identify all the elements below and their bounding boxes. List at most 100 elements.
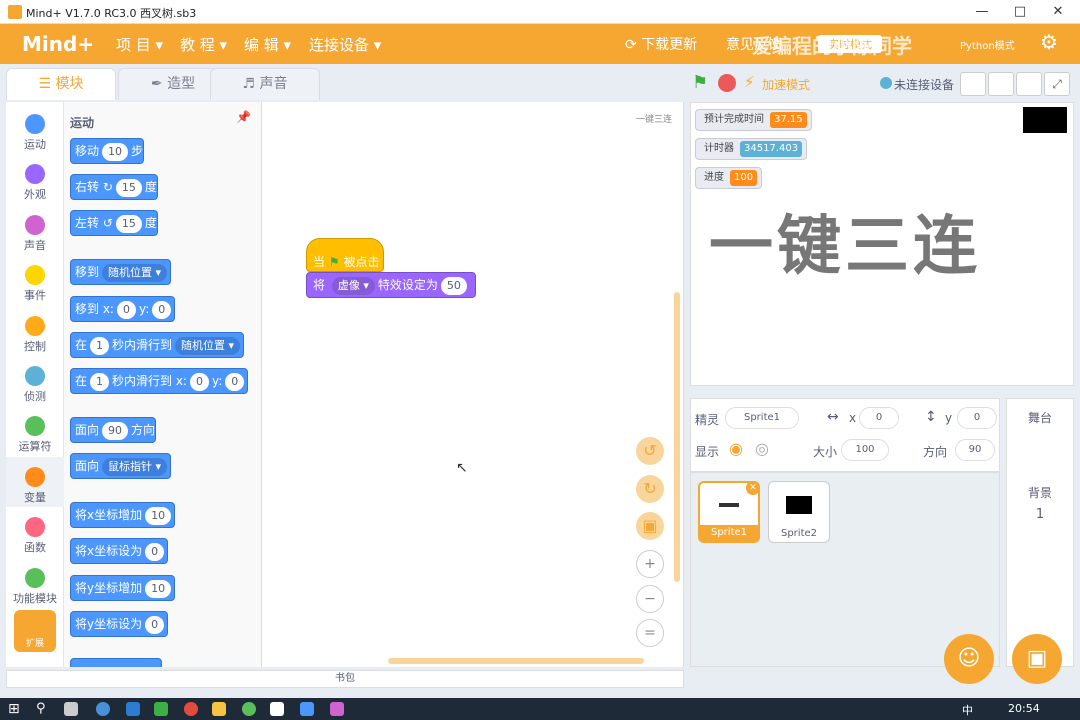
python-mode-button[interactable]: Python模式 — [960, 37, 1015, 52]
block-turn-right[interactable]: 右转 ↻ 15 度 — [70, 174, 158, 200]
wechat-icon[interactable] — [154, 702, 168, 716]
small-stage-button[interactable] — [960, 72, 986, 96]
stage[interactable]: 预计完成时间 37.15 计时器 34517.403 进度 100 一键三连 — [690, 102, 1074, 386]
script-area[interactable]: 一键三连 当 ⚑ 被点击 将 虚像 ▾ 特效设定为 50 ↺ ↻ ▣ + − = ↖ — [262, 102, 684, 667]
category-item[interactable]: 函数 — [6, 507, 64, 557]
menu-connect-device[interactable]: 连接设备 ▾ — [309, 34, 381, 55]
category-label: 扩展 — [25, 639, 44, 649]
set-effect-block[interactable]: 将 虚像 ▾ 特效设定为 50 — [306, 272, 476, 298]
browser-icon[interactable] — [96, 702, 110, 716]
category-dot-icon — [25, 114, 45, 134]
block-glide[interactable]: 在 1 秒内滑行到 随机位置 ▾ — [70, 332, 245, 358]
ime-indicator[interactable]: 中 — [962, 702, 973, 718]
stage-panel[interactable]: 舞台 背景 1 — [1006, 398, 1074, 667]
pin-icon[interactable]: 📌 — [236, 110, 251, 124]
block-change-y[interactable]: 将y坐标增加 10 — [70, 575, 176, 601]
block-change-x[interactable]: 将x坐标增加 10 — [70, 502, 176, 528]
windows-start-icon[interactable]: ⊞ — [8, 701, 20, 717]
show-label: 显示 — [695, 445, 720, 459]
sprite-name-input[interactable]: Sprite1 — [725, 407, 799, 429]
block-move-steps[interactable]: 移动 10 步 — [70, 138, 145, 164]
redo-icon[interactable]: ↻ — [636, 475, 664, 503]
backpack-bar[interactable]: 书包 — [6, 670, 684, 688]
block-partial[interactable] — [70, 658, 162, 667]
device-status[interactable]: 未连接设备 — [894, 76, 954, 93]
crop-icon[interactable]: ▣ — [636, 512, 664, 540]
sprite-tile-2[interactable]: Sprite2 — [768, 481, 830, 543]
category-item[interactable]: 变量 — [6, 456, 64, 507]
zoom-in-icon[interactable]: + — [636, 550, 664, 578]
category-dot-icon — [25, 214, 45, 235]
gear-icon[interactable]: ⚙ — [1040, 30, 1058, 54]
delete-icon[interactable]: ✕ — [746, 481, 760, 495]
block-goto[interactable]: 移到 随机位置 ▾ — [70, 259, 172, 285]
monitor-eta: 预计完成时间 37.15 — [695, 109, 812, 131]
tab-sounds[interactable]: ♬ 声音 — [210, 68, 320, 100]
add-backdrop-icon[interactable]: ▣ — [1012, 634, 1062, 684]
category-dot-icon — [25, 517, 45, 538]
turbo-mode-label[interactable]: 加速模式 — [762, 76, 810, 93]
zoom-reset-icon[interactable]: = — [636, 619, 664, 647]
block-set-x[interactable]: 将x坐标设为 0 — [70, 538, 169, 564]
green-flag-icon[interactable]: ⚑ — [692, 72, 708, 93]
menu-project[interactable]: 项 目 ▾ — [116, 34, 163, 55]
menu-tutorial[interactable]: 教 程 ▾ — [180, 34, 227, 55]
block-set-y[interactable]: 将y坐标设为 0 — [70, 611, 169, 637]
minimize-button[interactable]: — — [964, 2, 1000, 22]
block-goto-xy[interactable]: 移到 x: 0 y: 0 — [70, 296, 176, 322]
size-input[interactable]: 100 — [841, 439, 889, 461]
category-item[interactable]: 运动 — [6, 104, 64, 154]
fullscreen-icon[interactable]: ⤢ — [1044, 72, 1070, 96]
category-item[interactable]: 扩展 — [6, 608, 64, 658]
edge-icon[interactable] — [126, 702, 140, 716]
vertical-scrollbar[interactable] — [674, 292, 680, 582]
app-icon-8[interactable] — [330, 702, 344, 716]
app-icon-7[interactable] — [300, 702, 314, 716]
category-item[interactable]: 外观 — [6, 154, 64, 204]
app-icon-5[interactable] — [242, 702, 256, 716]
zoom-out-icon[interactable]: − — [636, 585, 664, 613]
category-item[interactable]: 运算符 — [6, 406, 64, 456]
speaker-icon: ♬ — [242, 76, 256, 92]
when-flag-clicked-block[interactable]: 当 ⚑ 被点击 — [306, 238, 384, 272]
eye-hidden-icon[interactable]: ◎ — [755, 439, 769, 458]
category-menu: 运动外观声音 事件 控制 侦测 运算符 变量 函数功能模块扩展 — [6, 102, 64, 667]
category-item[interactable]: 事件 — [6, 255, 64, 305]
category-item[interactable]: 侦测 — [6, 356, 64, 406]
search-icon[interactable]: ⚲ — [36, 701, 46, 716]
block-turn-left[interactable]: 左转 ↺ 15 度 — [70, 210, 158, 236]
category-item[interactable]: 声音 — [6, 205, 64, 255]
category-label: 外观 — [24, 188, 46, 202]
menu-edit[interactable]: 编 辑 ▾ — [244, 34, 291, 55]
download-update[interactable]: ⟳ 下载更新 — [625, 34, 697, 54]
chrome-icon[interactable] — [184, 702, 198, 716]
category-item[interactable]: 功能模块 — [6, 558, 64, 608]
eye-visible-icon[interactable]: ◉ — [729, 439, 743, 458]
monitor-timer: 计时器 34517.403 — [695, 138, 808, 160]
green-flag-icon: ⚑ — [328, 255, 340, 269]
y-input[interactable]: 0 — [957, 407, 997, 429]
turbo-icon: ⚡ — [744, 73, 755, 91]
mindplus-logo: Mind+ — [22, 32, 95, 56]
x-input[interactable]: 0 — [859, 407, 899, 429]
large-stage-button[interactable] — [1016, 72, 1042, 96]
stop-icon[interactable] — [718, 74, 736, 92]
sprite-tile-1[interactable]: Sprite1 ✕ — [698, 481, 760, 543]
maximize-button[interactable]: □ — [1002, 2, 1038, 22]
category-label: 功能模块 — [13, 591, 57, 605]
block-point-towards[interactable]: 面向 鼠标指针 ▾ — [70, 453, 172, 479]
x-label: x — [849, 411, 857, 425]
explorer-icon[interactable] — [212, 702, 226, 716]
direction-input[interactable]: 90 — [955, 439, 995, 461]
tab-code[interactable]: ☰ 模块 — [6, 68, 116, 100]
category-item[interactable]: 控制 — [6, 306, 64, 356]
horizontal-scrollbar[interactable] — [388, 658, 644, 664]
task-view-icon[interactable] — [64, 702, 78, 716]
add-sprite-icon[interactable]: ☺ — [944, 634, 994, 684]
close-button[interactable]: ✕ — [1040, 2, 1076, 22]
app-icon-6[interactable] — [270, 702, 284, 716]
undo-icon[interactable]: ↺ — [636, 437, 664, 465]
block-point-direction[interactable]: 面向 90 方向 — [70, 417, 157, 443]
normal-stage-button[interactable] — [988, 72, 1014, 96]
block-glide-xy[interactable]: 在 1 秒内滑行到 x: 0 y: 0 — [70, 368, 249, 394]
